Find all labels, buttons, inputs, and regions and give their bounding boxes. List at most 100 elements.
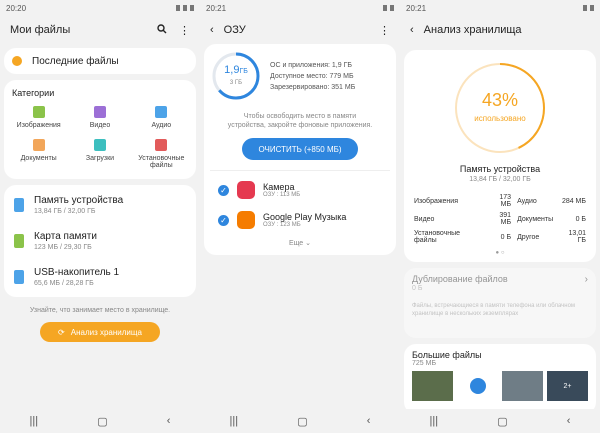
storage-title: USB-накопитель 1 bbox=[34, 267, 120, 278]
usage-gauge: 43% использовано bbox=[450, 58, 550, 158]
app-ram: ОЗУ : 113 МБ bbox=[263, 192, 301, 198]
nav-bar: ||| ▢ ‹ bbox=[400, 409, 600, 433]
breakdown-value: 284 МБ bbox=[561, 197, 586, 205]
category-label: Изображения bbox=[16, 122, 61, 129]
category-label: Загрузки bbox=[85, 155, 115, 162]
status-time: 20:20 bbox=[6, 3, 27, 13]
duplicate-files-size: 0 Б bbox=[412, 285, 423, 292]
duplicate-files-desc: Файлы, встречающиеся в памяти телефона и… bbox=[412, 303, 576, 317]
breakdown-row: Установочные файлы 0 Б Другое 13,01 ГБ bbox=[412, 229, 588, 245]
categories-card: Категории Изображения Видео Аудио Документы… bbox=[4, 80, 196, 179]
app-bar: ‹ Анализ хранилища bbox=[400, 16, 600, 44]
breakdown-value: 391 МБ bbox=[499, 212, 512, 226]
category-label: Видео bbox=[89, 122, 111, 129]
category-5[interactable]: Установочные файлы bbox=[131, 139, 192, 169]
storage-item-1[interactable]: Карта памяти 123 МБ / 29,30 ГБ bbox=[4, 223, 196, 259]
app-bar: ‹ ОЗУ ⋮ bbox=[200, 16, 400, 44]
breakdown-label: Документы bbox=[517, 215, 554, 223]
search-icon[interactable] bbox=[157, 23, 167, 37]
device-storage-sub: 13,84 ГБ / 32,00 ГБ bbox=[469, 176, 531, 183]
storage-subtitle: 65,6 МБ / 28,28 ГБ bbox=[34, 280, 94, 287]
chevron-down-icon: ⌄ bbox=[305, 240, 312, 247]
category-0[interactable]: Изображения bbox=[8, 106, 69, 129]
back-icon[interactable]: ‹ bbox=[567, 415, 571, 427]
checkbox-icon[interactable]: ✓ bbox=[218, 184, 229, 196]
category-label: Установочные файлы bbox=[138, 155, 185, 169]
breakdown-value: 173 МБ bbox=[499, 194, 512, 208]
category-1[interactable]: Видео bbox=[69, 106, 130, 129]
duplicate-files-card[interactable]: Дублирование файлов › 0 Б Файлы, встреча… bbox=[404, 268, 596, 338]
ram-detail-line: ОС и приложения: 1,9 ГБ bbox=[270, 61, 352, 69]
clear-ram-button[interactable]: ОЧИСТИТЬ (+850 МБ) bbox=[242, 138, 358, 160]
recent-files-label: Последние файлы bbox=[32, 55, 119, 67]
clock-icon bbox=[12, 56, 22, 66]
app-row-0[interactable]: ✓ Камера ОЗУ : 113 МБ bbox=[210, 175, 390, 205]
recents-icon[interactable]: ||| bbox=[430, 415, 439, 427]
analyze-storage-label: Анализ хранилища bbox=[70, 327, 142, 337]
ram-unit: ГБ bbox=[239, 68, 248, 75]
audio-icon bbox=[155, 106, 168, 118]
category-2[interactable]: Аудио bbox=[131, 106, 192, 129]
running-apps-list: ✓ Камера ОЗУ : 113 МБ ✓ Google Play Музыка ОЗ… bbox=[210, 175, 390, 235]
home-icon[interactable]: ▢ bbox=[497, 415, 507, 428]
nav-bar: ||| ▢ ‹ bbox=[200, 409, 400, 433]
status-bar: 20:20 bbox=[0, 0, 200, 16]
app-row-1[interactable]: ✓ Google Play Музыка ОЗУ : 123 МБ bbox=[210, 205, 390, 235]
analyze-storage-button[interactable]: ⟳ Анализ хранилища bbox=[40, 322, 160, 342]
storage-subtitle: 123 МБ / 29,30 ГБ bbox=[34, 244, 92, 251]
play-music-icon bbox=[237, 211, 255, 229]
more-options-icon[interactable]: ⋮ bbox=[379, 24, 390, 37]
more-options-icon[interactable]: ⋮ bbox=[179, 24, 190, 37]
usb-icon bbox=[14, 270, 24, 284]
thumbnail-more[interactable]: 2+ bbox=[547, 371, 588, 401]
storage-item-0[interactable]: Память устройства 13,84 ГБ / 32,00 ГБ bbox=[4, 187, 196, 223]
large-files-card[interactable]: Большие файлы 725 МБ 2+ bbox=[404, 344, 596, 414]
app-name: Google Play Музыка bbox=[263, 212, 347, 222]
breakdown-value: 0 Б bbox=[500, 233, 512, 241]
back-arrow-icon[interactable]: ‹ bbox=[410, 24, 414, 36]
storage-breakdown: Изображения 173 МБ Аудио 284 МБ Видео 391 МБ Д… bbox=[410, 191, 590, 247]
camera-app-icon bbox=[237, 181, 255, 199]
large-files-thumbs: 2+ bbox=[412, 371, 588, 401]
category-label: Аудио bbox=[151, 122, 172, 129]
back-icon[interactable]: ‹ bbox=[367, 415, 371, 427]
recent-files-item[interactable]: Последние файлы bbox=[4, 48, 196, 74]
storage-card: Память устройства 13,84 ГБ / 32,00 ГБ Карт… bbox=[4, 185, 196, 297]
more-label: Еще bbox=[288, 240, 304, 247]
phone-icon bbox=[14, 198, 24, 212]
more-link[interactable]: Еще ⌄ bbox=[210, 239, 390, 247]
back-icon[interactable]: ‹ bbox=[167, 415, 171, 427]
storage-subtitle: 13,84 ГБ / 32,00 ГБ bbox=[34, 208, 96, 215]
ram-screen: 20:21 ‹ ОЗУ ⋮ 1,9ГБ 3 ГБ ОС и приложения… bbox=[200, 0, 400, 433]
page-title: ОЗУ bbox=[223, 24, 246, 36]
thumbnail-image[interactable] bbox=[502, 371, 543, 401]
breakdown-label: Аудио bbox=[517, 197, 537, 205]
thumbnail-image[interactable] bbox=[412, 371, 453, 401]
ram-gauge: 1,9ГБ 3 ГБ bbox=[210, 50, 262, 102]
thumbnail-audio[interactable] bbox=[457, 371, 498, 401]
apk-icon bbox=[155, 139, 168, 151]
ram-value: 1,9 bbox=[224, 64, 240, 76]
back-arrow-icon[interactable]: ‹ bbox=[210, 24, 214, 36]
page-indicator: ● ○ bbox=[495, 250, 505, 256]
home-icon[interactable]: ▢ bbox=[97, 415, 107, 428]
ram-detail-line: Зарезервировано: 351 МБ bbox=[270, 83, 356, 91]
large-files-title: Большие файлы bbox=[412, 350, 482, 360]
my-files-screen: 20:20 Мои файлы ⋮ Последние файлы Катего… bbox=[0, 0, 200, 433]
page-title: Анализ хранилища bbox=[423, 24, 522, 36]
status-bar: 20:21 bbox=[200, 0, 400, 16]
checkbox-icon[interactable]: ✓ bbox=[218, 214, 229, 226]
music-note-icon bbox=[469, 378, 486, 394]
storage-item-2[interactable]: USB-накопитель 1 65,6 МБ / 28,28 ГБ bbox=[4, 259, 196, 295]
storage-analysis-screen: 20:21 ‹ Анализ хранилища 43% использован… bbox=[400, 0, 600, 433]
document-icon bbox=[32, 139, 45, 151]
status-time: 20:21 bbox=[406, 3, 427, 13]
recents-icon[interactable]: ||| bbox=[30, 415, 39, 427]
home-icon[interactable]: ▢ bbox=[297, 415, 307, 428]
category-3[interactable]: Документы bbox=[8, 139, 69, 169]
storage-title: Карта памяти bbox=[34, 231, 97, 242]
recents-icon[interactable]: ||| bbox=[230, 415, 239, 427]
ram-detail-line: Доступное место: 779 МБ bbox=[270, 72, 354, 80]
category-4[interactable]: Загрузки bbox=[69, 139, 130, 169]
ram-details: ОС и приложения: 1,9 ГБ Доступное место: … bbox=[270, 60, 355, 93]
